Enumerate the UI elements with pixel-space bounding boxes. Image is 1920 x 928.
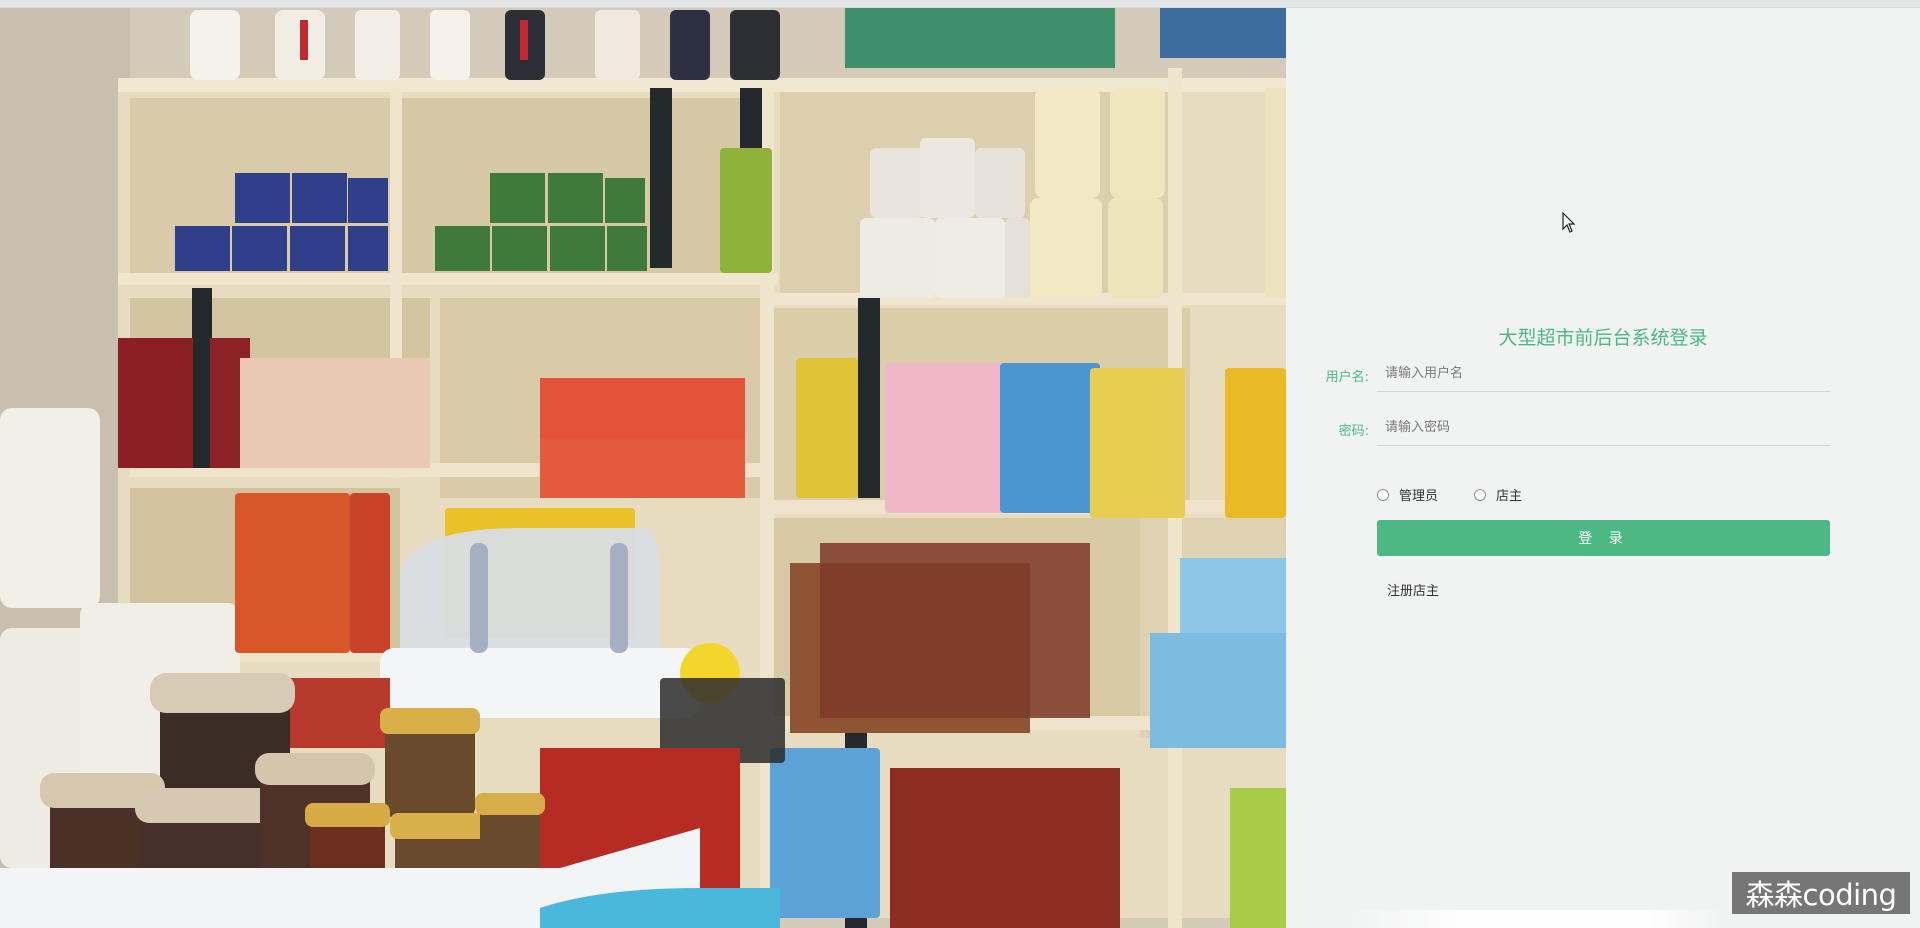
login-panel — [1286, 8, 1920, 928]
username-label: 用户名: — [1325, 370, 1369, 385]
password-label: 密码: — [1338, 424, 1369, 439]
shelf-background-photo — [0, 8, 1286, 928]
username-input[interactable] — [1377, 356, 1830, 392]
password-input[interactable] — [1377, 410, 1830, 446]
login-title: 大型超市前后台系统登录 — [1498, 327, 1708, 349]
watermark: 森森coding — [1732, 872, 1910, 914]
admin-radio[interactable] — [1377, 488, 1389, 501]
login-button[interactable]: 登 录 — [1377, 520, 1830, 556]
role-selector: 管理员 店主 — [1377, 485, 1558, 504]
admin-radio-label[interactable]: 管理员 — [1399, 485, 1438, 504]
register-owner-link[interactable]: 注册店主 — [1387, 580, 1439, 599]
bottom-highlight — [1345, 910, 1725, 928]
owner-radio-label[interactable]: 店主 — [1496, 485, 1522, 504]
owner-radio[interactable] — [1474, 488, 1487, 501]
mouse-cursor-icon — [1562, 212, 1576, 233]
window-top-bar — [0, 0, 1920, 8]
